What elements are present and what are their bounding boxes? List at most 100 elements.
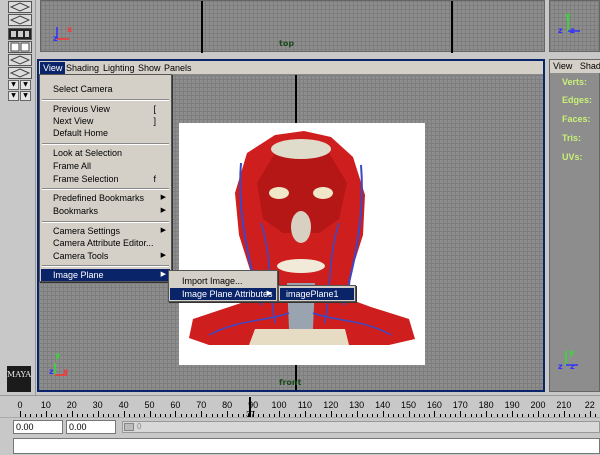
stat-uvs: UVs: — [562, 152, 583, 162]
submenu-arrow-icon: ▶ — [160, 271, 166, 278]
time-tick-label: 80 — [222, 400, 233, 410]
layout-down-arrow-icon[interactable]: ▼ — [8, 91, 19, 101]
menu-item-look-at-selection[interactable]: Look at Selection — [41, 147, 170, 159]
time-tick-label: 22 — [584, 400, 595, 410]
time-tick-label: 120 — [323, 400, 339, 410]
time-tick-label: 150 — [400, 400, 417, 410]
image-plane-submenu: Import Image... Image Plane Attributes ▶ — [168, 270, 278, 302]
range-start-label: 0 — [137, 422, 142, 431]
tool-shelf: ▼ ▼ ▼ ▼ MAYA — [0, 0, 36, 395]
single-view-layout-icon[interactable] — [8, 14, 32, 26]
menu-item-select-camera[interactable]: Select Camera — [41, 83, 170, 95]
range-slider[interactable]: 0 — [122, 421, 600, 433]
submenu-arrow-icon: ▶ — [160, 227, 166, 234]
menu-separator — [42, 188, 169, 190]
menu-item-import-image[interactable]: Import Image... — [170, 275, 276, 287]
axis-x-label: x — [67, 25, 73, 34]
graph-layout-icon[interactable] — [8, 67, 32, 79]
axis-y-label: y — [55, 351, 61, 360]
grid-axis-line — [451, 1, 453, 53]
view-dropdown-menu: Select Camera Previous View[ Next View] … — [39, 74, 172, 282]
axis-z-label: z — [570, 26, 575, 35]
current-start-field[interactable]: 0.00 — [66, 420, 116, 434]
command-input[interactable] — [13, 438, 600, 454]
layout-down-arrow-icon[interactable]: ▼ — [8, 80, 19, 90]
head-anatomy-image — [189, 131, 415, 345]
axis-z-label: z — [49, 367, 54, 376]
time-tick-label: 100 — [271, 400, 287, 410]
menu-view[interactable]: View — [40, 62, 66, 74]
menu-shading[interactable]: Shadin — [575, 61, 600, 71]
right-viewport-panel: View Shadin Verts: Edges: Faces: Tris: U… — [549, 59, 600, 392]
submenu-arrow-icon: ▶ — [266, 290, 272, 297]
menu-separator — [42, 143, 169, 145]
four-view-layout-icon[interactable] — [8, 1, 32, 13]
stat-verts: Verts: — [562, 77, 588, 87]
image-plane-attributes-submenu: imagePlane1 — [278, 285, 356, 302]
stat-edges: Edges: — [562, 95, 593, 105]
start-time-field[interactable]: 0.00 — [13, 420, 63, 434]
maya-logo: MAYA — [7, 366, 31, 392]
time-tick-label: 210 — [556, 400, 572, 410]
side-viewport[interactable]: y z z — [549, 0, 600, 52]
menu-show[interactable]: Show — [135, 62, 164, 74]
menu-separator — [42, 99, 169, 101]
outliner-layout-icon[interactable] — [8, 28, 32, 40]
menu-lighting[interactable]: Lighting — [100, 62, 138, 74]
menu-view[interactable]: View — [550, 61, 572, 71]
menu-item-previous-view[interactable]: Previous View[ — [41, 103, 170, 115]
axis-z-label: z — [558, 26, 563, 35]
menu-item-predefined-bookmarks[interactable]: Predefined Bookmarks ▶ — [41, 192, 170, 204]
menu-item-image-plane-attributes[interactable]: Image Plane Attributes ▶ — [170, 288, 276, 300]
menu-item-default-home[interactable]: Default Home — [41, 127, 170, 139]
axis-y-label: y — [569, 348, 575, 357]
submenu-arrow-icon: ▶ — [160, 252, 166, 259]
menu-item-imageplane1[interactable]: imagePlane1 — [280, 288, 354, 300]
grid-axis-line — [201, 1, 203, 53]
time-tick-label: 70 — [196, 400, 207, 410]
layout-down-arrow-icon[interactable]: ▼ — [20, 80, 31, 90]
axis-y-label: y — [565, 11, 571, 20]
menu-panels[interactable]: Panels — [161, 62, 195, 74]
camera-label: front — [279, 378, 302, 387]
menu-separator — [42, 265, 169, 267]
menu-item-frame-all[interactable]: Frame All — [41, 160, 170, 172]
time-tick-label: 20 — [66, 400, 77, 410]
menu-item-bookmarks[interactable]: Bookmarks ▶ — [41, 205, 170, 217]
image-plane[interactable] — [179, 123, 425, 365]
axis-x-label: x — [63, 367, 69, 376]
render-layout-icon[interactable] — [8, 41, 32, 53]
stat-faces: Faces: — [562, 114, 591, 124]
command-line — [0, 437, 600, 455]
submenu-arrow-icon: ▶ — [160, 207, 166, 214]
menu-item-camera-attribute-editor[interactable]: Camera Attribute Editor... — [41, 237, 170, 249]
stat-tris: Tris: — [562, 133, 582, 143]
time-tick-label: 50 — [144, 400, 155, 410]
time-tick-label: 110 — [297, 400, 313, 410]
menu-item-frame-selection[interactable]: Frame Selection f — [41, 173, 170, 185]
camera-label: top — [279, 39, 295, 48]
time-tick-label: 190 — [504, 400, 520, 410]
panel-menu-bar: View Shading Lighting Show Panels — [39, 61, 543, 75]
time-tick-label: 0 — [17, 400, 23, 410]
layout-down-arrow-icon[interactable]: ▼ — [20, 91, 31, 101]
menu-item-next-view[interactable]: Next View] — [41, 115, 170, 127]
time-tick-label: 130 — [349, 400, 365, 410]
menu-item-camera-settings[interactable]: Camera Settings ▶ — [41, 225, 170, 237]
time-tick-label: 200 — [530, 400, 546, 410]
top-viewport[interactable]: x z top — [40, 0, 545, 53]
time-tick-label: 160 — [426, 400, 442, 410]
menu-item-image-plane[interactable]: Image Plane ▶ — [41, 269, 170, 281]
time-tick-label: 180 — [478, 400, 494, 410]
menu-shading[interactable]: Shading — [63, 62, 102, 74]
menu-separator — [42, 221, 169, 223]
range-slider-handle[interactable] — [124, 423, 134, 431]
time-tick-label: 30 — [92, 400, 103, 410]
range-slider-bar: 0.00 0.00 0 — [0, 417, 600, 435]
time-tick-label: 170 — [452, 400, 468, 410]
time-slider[interactable]: 0 10 20 30 40 50 60 70 80 90 100 110 120 130 140 150 160… — [0, 395, 600, 419]
menu-item-camera-tools[interactable]: Camera Tools ▶ — [41, 250, 170, 262]
perspective-layout-icon[interactable] — [8, 54, 32, 66]
axis-z-label: z — [53, 34, 58, 43]
time-tick-label: 10 — [40, 400, 51, 410]
